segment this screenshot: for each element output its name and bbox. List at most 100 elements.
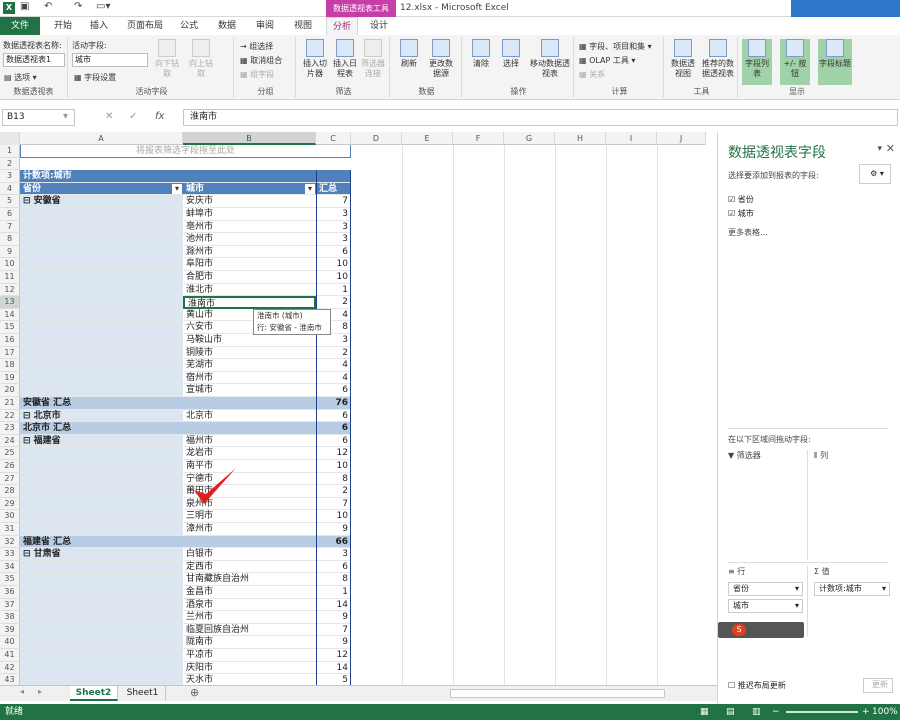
city-cell[interactable]: 白银市 bbox=[183, 548, 316, 561]
province-cell[interactable] bbox=[20, 661, 183, 675]
row-header[interactable]: 5 bbox=[0, 195, 20, 208]
count-cell[interactable]: 9 bbox=[316, 636, 351, 649]
value-field-count-city[interactable]: 计数项:城市 ▾ bbox=[814, 582, 890, 596]
ungroup-button[interactable]: ▦ 取消组合 bbox=[240, 55, 282, 66]
sheet-tab-sheet2[interactable]: Sheet2 bbox=[70, 686, 118, 701]
subtotal-cell[interactable] bbox=[183, 397, 316, 410]
province-cell[interactable] bbox=[20, 649, 183, 662]
row-header[interactable]: 2 bbox=[0, 157, 20, 171]
tab-data[interactable]: 数据 bbox=[212, 17, 242, 35]
count-cell[interactable]: 3 bbox=[316, 221, 351, 234]
province-cell[interactable] bbox=[20, 598, 183, 612]
dropdown-icon[interactable]: ▾ bbox=[795, 583, 799, 595]
row-header[interactable]: 23 bbox=[0, 422, 20, 435]
update-button[interactable]: 更新 bbox=[863, 678, 893, 693]
city-cell[interactable]: 酒泉市 bbox=[183, 599, 316, 612]
more-tables-link[interactable]: 更多表格... bbox=[728, 227, 768, 238]
row-header[interactable]: 43 bbox=[0, 674, 20, 685]
options-button[interactable]: ▤ 选项 ▾ bbox=[4, 72, 37, 83]
count-cell[interactable]: 6 bbox=[316, 561, 351, 574]
province-cell[interactable]: ⊟ 福建省 bbox=[20, 434, 183, 448]
city-cell[interactable]: 兰州市 bbox=[183, 611, 316, 624]
fields-items-button[interactable]: ▦ 字段、项目和集 ▾ bbox=[579, 41, 652, 52]
row-header[interactable]: 20 bbox=[0, 384, 20, 397]
province-cell[interactable] bbox=[20, 334, 183, 347]
change-source-button[interactable]: 更改数据源 bbox=[426, 39, 456, 79]
checkbox-checked-icon[interactable]: ☑ bbox=[728, 209, 735, 218]
pivot-header-cell[interactable] bbox=[316, 170, 351, 183]
new-sheet-icon[interactable]: ⊕ bbox=[190, 686, 199, 699]
prev-sheet-icon[interactable]: ◂ bbox=[20, 687, 24, 696]
row-header[interactable]: 34 bbox=[0, 560, 20, 574]
city-cell[interactable]: 阜阳市 bbox=[183, 258, 316, 271]
row-header[interactable]: 14 bbox=[0, 308, 20, 322]
recommended-pivot-button[interactable]: 推荐的数据透视表 bbox=[700, 39, 736, 79]
row-header[interactable]: 24 bbox=[0, 434, 20, 448]
row-header[interactable]: 39 bbox=[0, 623, 20, 637]
province-cell[interactable] bbox=[20, 245, 183, 259]
count-cell[interactable]: 14 bbox=[316, 662, 351, 675]
row-header[interactable]: 22 bbox=[0, 409, 20, 423]
row-header[interactable]: 19 bbox=[0, 371, 20, 385]
count-cell[interactable]: 3 bbox=[316, 334, 351, 347]
province-cell[interactable] bbox=[20, 321, 183, 334]
count-cell[interactable]: 5 bbox=[316, 674, 351, 685]
field-item-city[interactable]: ☑ 城市 bbox=[728, 208, 754, 219]
row-header[interactable]: 3 bbox=[0, 170, 20, 183]
province-cell[interactable] bbox=[20, 220, 183, 234]
enter-icon[interactable]: ✓ bbox=[129, 111, 137, 122]
city-cell[interactable]: 合肥市 bbox=[183, 271, 316, 284]
city-cell[interactable]: 北京市 bbox=[183, 410, 316, 423]
tab-page-layout[interactable]: 页面布局 bbox=[122, 17, 168, 35]
province-cell[interactable] bbox=[20, 233, 183, 246]
column-header-c[interactable]: C bbox=[316, 132, 351, 145]
active-field-input[interactable]: 城市 bbox=[72, 53, 148, 67]
city-cell[interactable]: 漳州市 bbox=[183, 523, 316, 536]
cancel-icon[interactable]: ✕ bbox=[105, 111, 113, 122]
city-cell[interactable]: 龙岩市 bbox=[183, 447, 316, 460]
province-cell[interactable] bbox=[20, 271, 183, 284]
insert-function-icon[interactable]: fx bbox=[155, 111, 164, 122]
count-cell[interactable]: 6 bbox=[316, 246, 351, 259]
row-header[interactable]: 13 bbox=[0, 296, 20, 309]
row-header[interactable]: 38 bbox=[0, 611, 20, 624]
row-header[interactable]: 28 bbox=[0, 485, 20, 498]
province-cell[interactable] bbox=[20, 586, 183, 599]
city-cell[interactable]: 芜湖市 bbox=[183, 359, 316, 372]
count-cell[interactable]: 8 bbox=[316, 573, 351, 586]
province-cell[interactable] bbox=[20, 447, 183, 460]
save-icon[interactable]: ▣ bbox=[20, 1, 29, 12]
count-cell[interactable]: 2 bbox=[316, 485, 351, 498]
filter-connections-button[interactable]: 筛选器连接 bbox=[358, 39, 388, 79]
province-cell[interactable] bbox=[20, 674, 183, 685]
name-box-dropdown-icon[interactable]: ▾ bbox=[63, 111, 68, 122]
row-header[interactable]: 10 bbox=[0, 258, 20, 271]
checkbox-checked-icon[interactable]: ☑ bbox=[728, 195, 735, 204]
field-list-button[interactable]: 字段列表 bbox=[742, 39, 772, 85]
column-header-i[interactable]: I bbox=[606, 132, 657, 145]
row-header[interactable]: 1 bbox=[0, 145, 20, 158]
count-cell[interactable]: 10 bbox=[316, 271, 351, 284]
row-header[interactable]: 32 bbox=[0, 535, 20, 549]
tab-analyze[interactable]: 分析 bbox=[326, 17, 358, 35]
count-cell[interactable]: 3 bbox=[316, 548, 351, 561]
relationships-button[interactable]: ▦ 关系 bbox=[579, 69, 605, 80]
row-header[interactable]: 33 bbox=[0, 548, 20, 561]
province-cell[interactable]: ⊟ 甘肃省 bbox=[20, 548, 183, 561]
subtotal-label[interactable]: 福建省 汇总 bbox=[20, 535, 183, 549]
row-header[interactable]: 27 bbox=[0, 472, 20, 486]
pivot-name-input[interactable]: 数据透视表1 bbox=[3, 53, 65, 67]
row-header[interactable]: 18 bbox=[0, 359, 20, 372]
count-cell[interactable]: 10 bbox=[316, 258, 351, 271]
subtotal-label[interactable]: 安徽省 汇总 bbox=[20, 397, 183, 410]
province-cell[interactable] bbox=[20, 485, 183, 498]
count-cell[interactable]: 9 bbox=[316, 611, 351, 624]
tab-insert[interactable]: 插入 bbox=[84, 17, 114, 35]
count-cell[interactable]: 1 bbox=[316, 284, 351, 297]
pivot-header-cell[interactable] bbox=[183, 170, 316, 183]
count-cell[interactable]: 2 bbox=[316, 296, 351, 309]
province-cell[interactable]: ⊟ 北京市 bbox=[20, 409, 183, 423]
row-header[interactable]: 41 bbox=[0, 649, 20, 662]
subtotal-value[interactable]: 6 bbox=[316, 422, 351, 435]
province-cell[interactable] bbox=[20, 611, 183, 624]
